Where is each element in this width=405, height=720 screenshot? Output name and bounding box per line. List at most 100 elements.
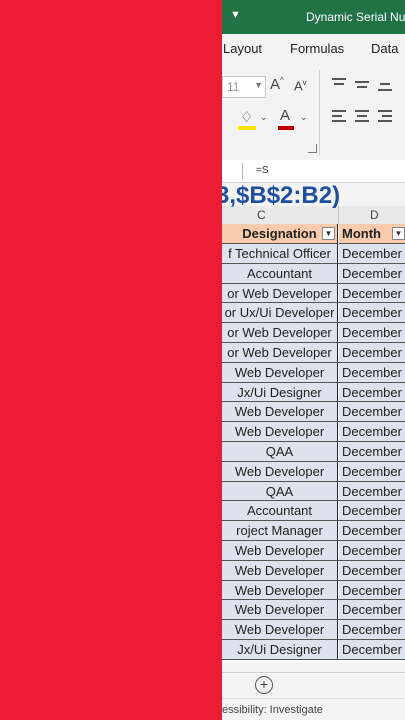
designation-cell[interactable]: Web Developer (222, 422, 338, 442)
designation-cell[interactable]: or Web Developer (222, 283, 338, 304)
designation-cell[interactable]: or Web Developer (222, 323, 338, 343)
designation-cell[interactable]: Web Developer (222, 620, 338, 640)
designation-cell[interactable]: roject Manager (222, 521, 338, 541)
designation-cell[interactable]: Accountant (222, 501, 338, 522)
font-size-select[interactable]: 11 ▼ (222, 76, 266, 98)
column-header-c[interactable]: C (257, 208, 266, 222)
table-header-row: Designation ▼ Month ▼ (222, 224, 405, 244)
fill-color-swatch (238, 126, 256, 130)
month-cell[interactable]: December (339, 560, 405, 581)
month-cell[interactable]: December (339, 362, 405, 383)
tab-data[interactable]: Data (371, 41, 398, 56)
designation-cell[interactable]: or Web Developer (222, 343, 338, 363)
add-sheet-icon[interactable]: + (255, 676, 273, 694)
table-row: or Web Developer December (222, 323, 405, 343)
status-bar: essibility: Investigate (222, 698, 405, 720)
table-row: Web Developer December (222, 600, 405, 621)
filter-dropdown-icon[interactable]: ▼ (392, 227, 405, 240)
designation-cell[interactable]: Jx/Ui Designer (222, 640, 338, 660)
red-overlay-panel (0, 0, 222, 720)
month-cell[interactable]: December (339, 244, 405, 264)
designation-cell[interactable]: or Ux/Ui Developer (222, 303, 338, 324)
month-cell[interactable]: December (339, 580, 405, 601)
month-cell[interactable]: December (339, 461, 405, 482)
align-right-icon[interactable] (378, 110, 394, 124)
designation-cell[interactable]: Web Developer (222, 580, 338, 601)
filter-dropdown-icon[interactable]: ▼ (322, 227, 335, 240)
ribbon-tabs: Layout Formulas Data (222, 34, 405, 64)
month-cell[interactable]: December (339, 481, 405, 502)
accessibility-status[interactable]: essibility: Investigate (222, 704, 323, 716)
month-cell[interactable]: December (339, 600, 405, 621)
table-row: Jx/Ui Designer December (222, 640, 405, 660)
formula-bar[interactable]: =S (222, 160, 405, 183)
ribbon-separator (319, 70, 320, 156)
month-cell[interactable]: December (339, 283, 405, 304)
font-color-icon[interactable]: A (280, 107, 290, 124)
align-left-icon[interactable] (332, 110, 348, 124)
table-row: Web Developer December (222, 461, 405, 482)
font-size-value: 11 (227, 80, 240, 94)
align-bottom-icon[interactable] (378, 78, 394, 92)
month-cell[interactable]: December (339, 521, 405, 541)
designation-cell[interactable]: Accountant (222, 263, 338, 284)
month-cell[interactable]: December (339, 263, 405, 284)
designation-cell[interactable]: Web Developer (222, 600, 338, 621)
column-header-d[interactable]: D (370, 208, 379, 222)
month-cell[interactable]: December (339, 303, 405, 324)
tab-formulas[interactable]: Formulas (290, 41, 344, 56)
designation-cell[interactable]: Web Developer (222, 541, 338, 561)
increase-font-size-icon[interactable]: A^ (270, 76, 284, 93)
month-cell[interactable]: December (339, 620, 405, 640)
month-cell[interactable]: December (339, 402, 405, 423)
table-row: Web Developer December (222, 362, 405, 383)
table-row: QAA December (222, 442, 405, 462)
designation-cell[interactable]: Jx/Ui Designer (222, 382, 338, 403)
worksheet-grid: Designation ▼ Month ▼ f Technical Office… (222, 224, 405, 662)
font-dialog-launcher-icon[interactable] (308, 144, 317, 153)
formula-bar-divider (242, 163, 243, 179)
table-row: Web Developer December (222, 580, 405, 601)
align-center-icon[interactable] (355, 110, 371, 124)
fill-color-icon[interactable]: ♢ (240, 108, 253, 126)
designation-cell[interactable]: QAA (222, 442, 338, 462)
month-cell[interactable]: December (339, 442, 405, 462)
quick-access-dropdown-icon[interactable]: ▼ (230, 9, 241, 21)
designation-cell[interactable]: Web Developer (222, 461, 338, 482)
decrease-font-size-icon[interactable]: Av (294, 78, 307, 93)
table-row: Accountant December (222, 263, 405, 284)
designation-header-cell[interactable]: Designation ▼ (222, 224, 338, 244)
designation-cell[interactable]: QAA (222, 481, 338, 502)
table-row: Web Developer December (222, 560, 405, 581)
designation-cell[interactable]: f Technical Officer (222, 244, 338, 264)
tab-layout[interactable]: Layout (223, 41, 262, 56)
month-cell[interactable]: December (339, 343, 405, 363)
month-cell[interactable]: December (339, 501, 405, 522)
month-cell[interactable]: December (339, 382, 405, 403)
align-top-icon[interactable] (332, 78, 348, 92)
month-header-cell[interactable]: Month ▼ (339, 224, 405, 244)
table-row: Web Developer December (222, 541, 405, 561)
fill-color-dropdown-icon[interactable]: ⌄ (260, 112, 268, 123)
month-cell[interactable]: December (339, 640, 405, 660)
month-cell[interactable]: December (339, 323, 405, 343)
designation-cell[interactable]: Web Developer (222, 560, 338, 581)
sheet-tab-bar: + (222, 672, 405, 699)
table-row: roject Manager December (222, 521, 405, 541)
font-color-dropdown-icon[interactable]: ⌄ (300, 112, 308, 123)
month-cell[interactable]: December (339, 422, 405, 442)
month-header-label: Month (342, 226, 381, 241)
month-cell[interactable]: December (339, 541, 405, 561)
formula-bar-text[interactable]: =S (256, 165, 269, 176)
excel-window: ▼ Dynamic Serial Nu Layout Formulas Data… (222, 0, 405, 720)
table-row: or Web Developer December (222, 343, 405, 363)
row-border (222, 658, 405, 660)
ribbon-body: 11 ▼ A^ Av ♢ ⌄ A ⌄ (222, 64, 405, 161)
align-middle-icon[interactable] (355, 78, 371, 92)
designation-cell[interactable]: Web Developer (222, 362, 338, 383)
window-title: Dynamic Serial Nu (306, 10, 405, 24)
chevron-down-icon: ▼ (254, 80, 263, 90)
table-row: or Ux/Ui Developer December (222, 303, 405, 324)
designation-cell[interactable]: Web Developer (222, 402, 338, 423)
table-row: Web Developer December (222, 402, 405, 423)
